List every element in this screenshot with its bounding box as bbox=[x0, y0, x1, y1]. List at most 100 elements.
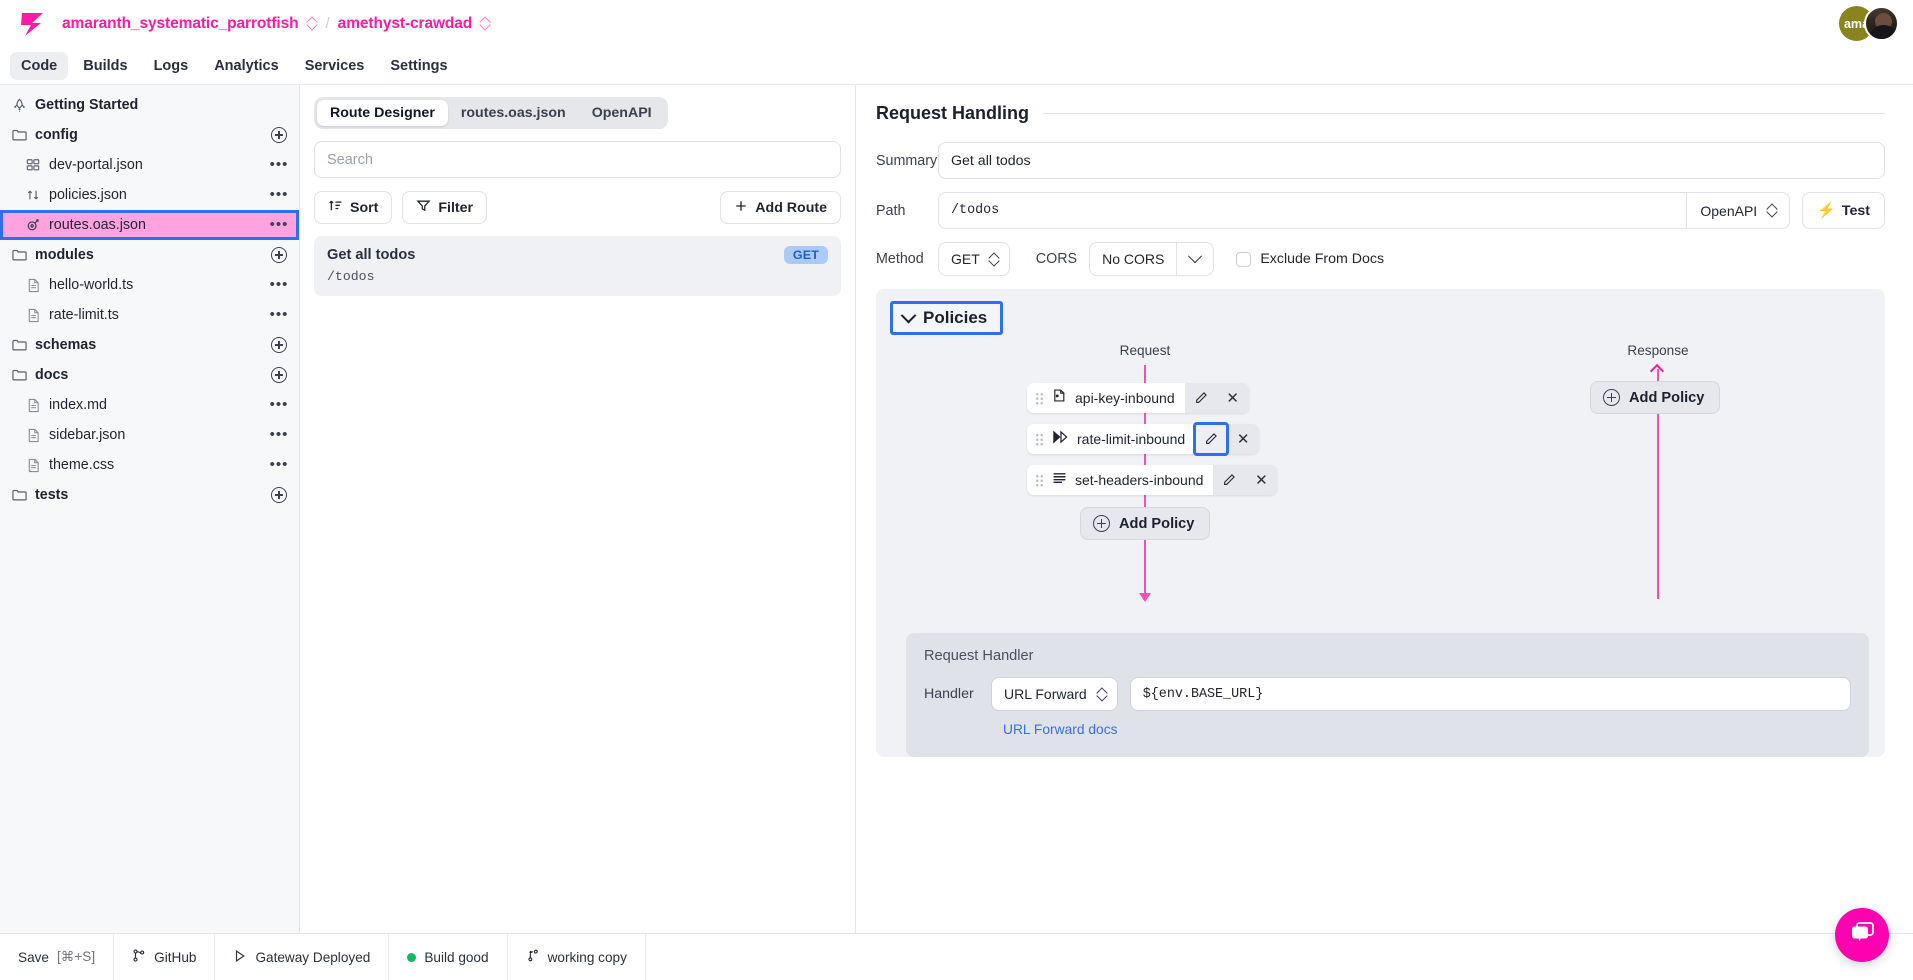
file-explorer-sidebar: Getting Started config dev-portal.json •… bbox=[0, 85, 300, 971]
sidebar-file-rate-limit-ts[interactable]: rate-limit.ts ••• bbox=[0, 300, 299, 330]
nav-tab-builds[interactable]: Builds bbox=[72, 52, 138, 80]
policy-item-rate-limit-inbound[interactable]: rate-limit-inbound ✕ bbox=[1027, 424, 1259, 454]
status-bar: Save [⌘+S] GitHub Gateway Deployed Build… bbox=[0, 933, 1913, 980]
sidebar-file-hello-world-ts[interactable]: hello-world.ts ••• bbox=[0, 270, 299, 300]
chevron-down-icon[interactable] bbox=[1176, 242, 1214, 276]
handler-url-input[interactable] bbox=[1130, 677, 1851, 711]
add-file-button[interactable] bbox=[269, 335, 289, 355]
search-input[interactable] bbox=[314, 141, 841, 178]
remove-policy-button[interactable]: ✕ bbox=[1245, 465, 1277, 495]
sidebar-label: tests bbox=[35, 487, 68, 503]
working-copy-label: working copy bbox=[548, 950, 627, 965]
add-file-button[interactable] bbox=[269, 485, 289, 505]
exclude-from-docs-checkbox[interactable] bbox=[1236, 252, 1251, 267]
nav-tab-analytics[interactable]: Analytics bbox=[203, 52, 289, 80]
sort-button[interactable]: Sort bbox=[314, 191, 392, 224]
rate-limit-icon bbox=[1052, 430, 1069, 449]
file-menu-button[interactable]: ••• bbox=[269, 185, 289, 205]
cors-select[interactable]: No CORS bbox=[1089, 242, 1214, 276]
add-file-button[interactable] bbox=[269, 245, 289, 265]
tab-route-designer[interactable]: Route Designer bbox=[317, 100, 448, 126]
tab-openapi[interactable]: OpenAPI bbox=[579, 100, 665, 126]
sidebar-file-dev-portal-json[interactable]: dev-portal.json ••• bbox=[0, 150, 299, 180]
chevron-up-down-icon[interactable] bbox=[480, 16, 491, 31]
file-menu-button[interactable]: ••• bbox=[269, 305, 289, 325]
status-gateway-deployed[interactable]: Gateway Deployed bbox=[215, 934, 389, 980]
add-policy-label: Add Policy bbox=[1119, 516, 1194, 532]
policy-item-body[interactable]: set-headers-inbound bbox=[1027, 465, 1213, 495]
sidebar-folder-config[interactable]: config bbox=[0, 120, 299, 150]
route-list-item[interactable]: Get all todos GET /todos bbox=[314, 236, 841, 296]
handler-docs-link[interactable]: URL Forward docs bbox=[1003, 722, 1118, 737]
sidebar-file-theme-css[interactable]: theme.css ••• bbox=[0, 450, 299, 480]
save-shortcut: [⌘+S] bbox=[57, 949, 95, 965]
sidebar-file-routes-oas-json[interactable]: routes.oas.json ••• bbox=[0, 210, 299, 240]
policy-item-set-headers-inbound[interactable]: set-headers-inbound ✕ bbox=[1027, 465, 1277, 495]
status-dot-icon bbox=[407, 953, 416, 962]
file-menu-button[interactable]: ••• bbox=[269, 425, 289, 445]
path-spec-select[interactable]: OpenAPI bbox=[1686, 192, 1790, 229]
policies-panel: Policies Request Response bbox=[876, 289, 1885, 757]
file-menu-button[interactable]: ••• bbox=[269, 455, 289, 475]
edit-policy-button[interactable] bbox=[1213, 465, 1245, 495]
drag-handle-icon[interactable] bbox=[1035, 473, 1044, 487]
nav-tab-services[interactable]: Services bbox=[294, 52, 376, 80]
breadcrumb-project[interactable]: amethyst-crawdad bbox=[338, 15, 473, 33]
nav-tab-settings[interactable]: Settings bbox=[379, 52, 458, 80]
nav-tab-logs[interactable]: Logs bbox=[143, 52, 200, 80]
file-menu-button[interactable]: ••• bbox=[269, 155, 289, 175]
sidebar-folder-tests[interactable]: tests bbox=[0, 480, 299, 510]
summary-input[interactable] bbox=[938, 142, 1885, 179]
status-github-button[interactable]: GitHub bbox=[114, 934, 215, 980]
chat-widget-button[interactable] bbox=[1835, 908, 1889, 962]
zuplo-logo[interactable] bbox=[14, 8, 48, 40]
file-menu-button[interactable]: ••• bbox=[269, 275, 289, 295]
test-button[interactable]: ⚡ Test bbox=[1802, 192, 1885, 229]
avatar-group[interactable]: ama bbox=[1839, 6, 1899, 41]
file-menu-button[interactable]: ••• bbox=[269, 395, 289, 415]
sidebar-label: rate-limit.ts bbox=[49, 307, 119, 323]
sidebar-file-index-md[interactable]: index.md ••• bbox=[0, 390, 299, 420]
add-policy-response-button[interactable]: Add Policy bbox=[1590, 381, 1720, 414]
status-working-copy[interactable]: working copy bbox=[508, 934, 646, 980]
method-select[interactable]: GET bbox=[938, 242, 1010, 276]
tab-routes-oas-json[interactable]: routes.oas.json bbox=[448, 100, 579, 126]
filter-button[interactable]: Filter bbox=[402, 191, 487, 224]
sidebar-file-policies-json[interactable]: policies.json ••• bbox=[0, 180, 299, 210]
policy-item-body[interactable]: rate-limit-inbound bbox=[1027, 424, 1195, 454]
sidebar-folder-modules[interactable]: modules bbox=[0, 240, 299, 270]
exclude-from-docs-row[interactable]: Exclude From Docs bbox=[1236, 251, 1384, 267]
policy-item-body[interactable]: api-key-inbound bbox=[1027, 383, 1185, 413]
policies-collapse-header[interactable]: Policies bbox=[890, 301, 1003, 335]
drag-handle-icon[interactable] bbox=[1035, 391, 1044, 405]
remove-policy-button[interactable]: ✕ bbox=[1217, 383, 1249, 413]
sidebar-file-sidebar-json[interactable]: sidebar.json ••• bbox=[0, 420, 299, 450]
user-avatar[interactable] bbox=[1864, 6, 1899, 41]
add-file-button[interactable] bbox=[269, 365, 289, 385]
sidebar-folder-schemas[interactable]: schemas bbox=[0, 330, 299, 360]
policy-item-api-key-inbound[interactable]: api-key-inbound ✕ bbox=[1027, 383, 1249, 413]
add-policy-request-button[interactable]: Add Policy bbox=[1080, 507, 1210, 540]
edit-policy-button[interactable] bbox=[1185, 383, 1217, 413]
route-detail-panel: Request Handling Summary Path OpenAPI ⚡ … bbox=[856, 85, 1913, 971]
sidebar-folder-docs[interactable]: docs bbox=[0, 360, 299, 390]
handler-label: Handler bbox=[924, 686, 991, 702]
handler-type-select[interactable]: URL Forward bbox=[991, 677, 1118, 711]
chevron-up-down-icon[interactable] bbox=[307, 16, 318, 31]
edit-policy-button[interactable] bbox=[1195, 424, 1227, 454]
status-save-button[interactable]: Save [⌘+S] bbox=[0, 934, 114, 980]
routes-panel: Route Designer routes.oas.json OpenAPI S… bbox=[300, 85, 856, 971]
path-input[interactable] bbox=[938, 192, 1686, 229]
file-icon bbox=[24, 306, 42, 324]
nav-tab-code[interactable]: Code bbox=[10, 52, 68, 80]
add-file-button[interactable] bbox=[269, 125, 289, 145]
api-key-icon bbox=[1052, 388, 1067, 408]
file-menu-button[interactable]: ••• bbox=[269, 215, 289, 235]
sidebar-item-getting-started[interactable]: Getting Started bbox=[0, 90, 299, 120]
add-route-button[interactable]: Add Route bbox=[720, 191, 841, 224]
plus-icon bbox=[734, 199, 748, 217]
remove-policy-button[interactable]: ✕ bbox=[1227, 424, 1259, 454]
breadcrumb-org[interactable]: amaranth_systematic_parrotfish bbox=[62, 15, 299, 33]
status-build[interactable]: Build good bbox=[389, 934, 507, 980]
drag-handle-icon[interactable] bbox=[1035, 432, 1044, 446]
